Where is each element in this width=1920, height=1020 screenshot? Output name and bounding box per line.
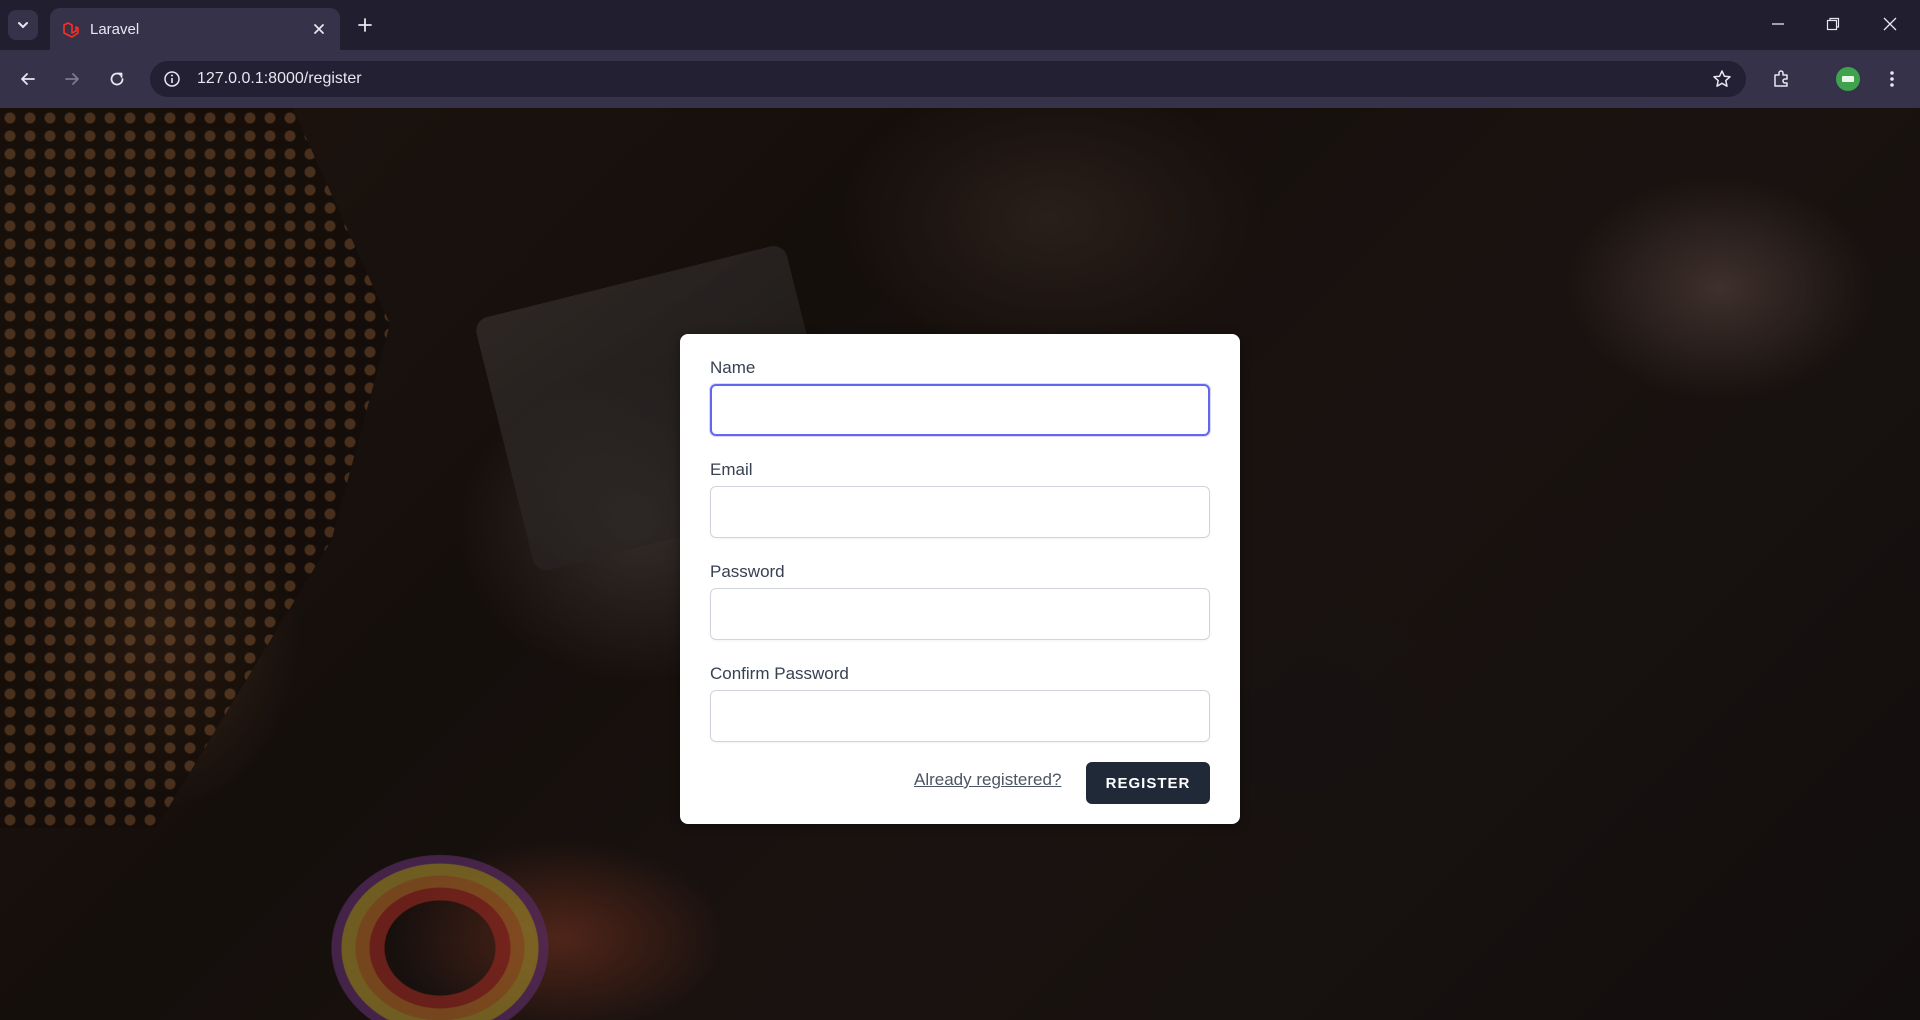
profile-button[interactable] — [1832, 63, 1864, 95]
name-input[interactable] — [710, 384, 1210, 436]
tab-title: Laravel — [90, 21, 140, 38]
password-label: Password — [710, 562, 785, 581]
email-input[interactable] — [710, 486, 1210, 538]
forward-button[interactable] — [56, 63, 88, 95]
close-icon — [314, 24, 324, 34]
tab-close-button[interactable] — [308, 18, 330, 40]
extensions-icon — [1774, 70, 1788, 87]
active-tab[interactable]: Laravel — [50, 8, 340, 50]
already-registered-link[interactable]: Already registered? — [914, 770, 1061, 790]
laravel-favicon-icon — [63, 22, 79, 38]
confirm-password-input[interactable] — [710, 690, 1210, 742]
site-info-icon — [164, 71, 180, 87]
email-label: Email — [710, 460, 753, 479]
register-card: Name Email Password Confirm Password Alr… — [680, 334, 1240, 824]
new-tab-button[interactable] — [352, 12, 378, 38]
register-button[interactable]: REGISTER — [1086, 762, 1210, 804]
back-arrow-icon — [21, 73, 35, 85]
restore-icon — [1826, 17, 1840, 31]
site-info-button[interactable] — [160, 67, 184, 91]
reload-icon — [110, 72, 124, 86]
name-label: Name — [710, 358, 756, 377]
browser-menu-button[interactable] — [1876, 63, 1908, 95]
address-bar[interactable]: 127.0.0.1:8000/register — [150, 61, 1746, 97]
tab-search-button[interactable] — [8, 10, 38, 40]
star-icon — [1713, 70, 1731, 87]
url-text[interactable]: 127.0.0.1:8000/register — [197, 70, 362, 88]
restore-button[interactable] — [1813, 8, 1853, 40]
confirm-password-label: Confirm Password — [710, 664, 849, 683]
tab-strip: Laravel — [0, 0, 1920, 50]
profile-icon — [1836, 67, 1860, 91]
chevron-down-icon — [18, 22, 28, 29]
password-input[interactable] — [710, 588, 1210, 640]
window-close-icon — [1883, 17, 1897, 31]
minimize-button[interactable] — [1758, 8, 1798, 40]
window-close-button[interactable] — [1870, 8, 1910, 40]
extensions-button[interactable] — [1765, 63, 1797, 95]
back-button[interactable] — [12, 63, 44, 95]
page-viewport: Name Email Password Confirm Password Alr… — [0, 108, 1920, 1020]
bookmark-button[interactable] — [1710, 67, 1734, 91]
menu-icon — [1890, 71, 1894, 87]
forward-arrow-icon — [65, 73, 79, 85]
plus-icon — [358, 18, 372, 32]
reload-button[interactable] — [101, 63, 133, 95]
minimize-icon — [1772, 23, 1784, 25]
browser-toolbar: 127.0.0.1:8000/register — [0, 50, 1920, 108]
